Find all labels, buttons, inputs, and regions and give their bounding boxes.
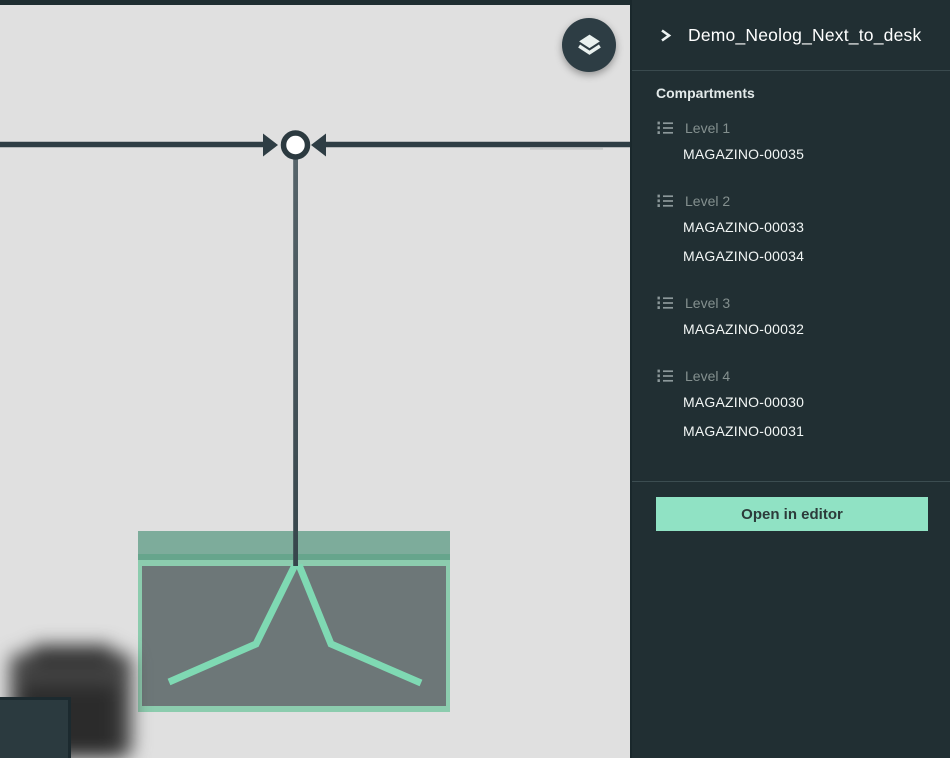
compartment-item[interactable]: MAGAZINO-00035 [632, 140, 950, 169]
level-group: Level 4 MAGAZINO-00030 MAGAZINO-00031 [632, 364, 950, 446]
waypoint-node-icon[interactable] [284, 133, 308, 157]
level-label: Level 2 [685, 193, 730, 209]
chevron-right-icon [658, 28, 672, 43]
level-row-1[interactable]: Level 1 [632, 116, 950, 140]
sidebar-header: Demo_Neolog_Next_to_desk [632, 0, 950, 71]
compartment-item[interactable]: MAGAZINO-00034 [632, 242, 950, 271]
level-label: Level 1 [685, 120, 730, 136]
compartment-item[interactable]: MAGAZINO-00032 [632, 315, 950, 344]
ordered-list-icon [657, 120, 673, 136]
level-group: Level 2 MAGAZINO-00033 MAGAZINO-00034 [632, 189, 950, 271]
rack-whisker-lines [138, 531, 450, 712]
arrowhead-right-icon [311, 134, 326, 157]
compartments-section-label: Compartments [656, 85, 950, 101]
level-group: Level 1 MAGAZINO-00035 [632, 116, 950, 169]
ordered-list-icon [657, 193, 673, 209]
dark-map-block [0, 697, 71, 758]
drop-line [293, 158, 298, 566]
level-label: Level 4 [685, 368, 730, 384]
compartment-item[interactable]: MAGAZINO-00030 [632, 388, 950, 417]
canvas-top-strip [0, 0, 630, 5]
app-window: Demo_Neolog_Next_to_desk Compartments Le… [0, 0, 950, 758]
layers-button[interactable] [562, 18, 616, 72]
compartment-item[interactable]: MAGAZINO-00033 [632, 213, 950, 242]
ordered-list-icon [657, 368, 673, 384]
details-sidebar: Demo_Neolog_Next_to_desk Compartments Le… [630, 0, 950, 758]
level-row-4[interactable]: Level 4 [632, 364, 950, 388]
arrowhead-left-icon [263, 134, 278, 157]
compartment-item[interactable]: MAGAZINO-00031 [632, 417, 950, 446]
ordered-list-icon [657, 295, 673, 311]
level-label: Level 3 [685, 295, 730, 311]
map-canvas[interactable] [0, 0, 630, 758]
open-in-editor-button[interactable]: Open in editor [656, 497, 928, 531]
panel-title: Demo_Neolog_Next_to_desk [688, 25, 921, 46]
layers-icon [576, 32, 603, 58]
rack-compartment-footprint[interactable] [138, 531, 450, 712]
collapse-panel-button[interactable] [655, 25, 675, 46]
level-row-3[interactable]: Level 3 [632, 291, 950, 315]
level-row-2[interactable]: Level 2 [632, 189, 950, 213]
sidebar-divider [632, 481, 950, 482]
level-group: Level 3 MAGAZINO-00032 [632, 291, 950, 344]
